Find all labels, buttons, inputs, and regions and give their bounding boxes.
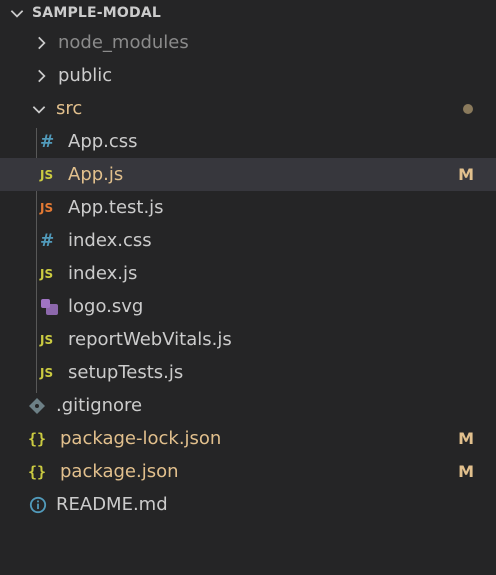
tree-item-label: package.json	[60, 461, 179, 482]
tree-item-gitignore[interactable]: .gitignore	[0, 389, 496, 422]
tree-item-label: App.test.js	[68, 197, 164, 218]
json-file-icon: {}	[28, 462, 47, 481]
tree-item-public[interactable]: public	[0, 59, 496, 92]
info-icon	[29, 496, 47, 513]
git-status-badge: M	[458, 429, 474, 448]
tree-item-label: .gitignore	[56, 395, 143, 416]
project-title: SAMPLE-MODAL	[32, 5, 162, 21]
tree-item-logo-svg[interactable]: logo.svg	[0, 290, 496, 323]
tree-item-report-web-vitals-js[interactable]: JS reportWebVitals.js	[0, 323, 496, 356]
git-status-badge: M	[458, 165, 474, 184]
tree-item-app-test-js[interactable]: JS App.test.js	[0, 191, 496, 224]
js-file-icon: JS	[40, 365, 54, 380]
css-file-icon: #	[40, 131, 55, 152]
git-file-icon	[29, 397, 45, 414]
js-file-icon: JS	[40, 266, 54, 281]
js-file-icon: JS	[40, 167, 54, 182]
css-file-icon: #	[40, 230, 55, 251]
tree-item-label: package-lock.json	[60, 428, 222, 449]
json-file-icon: {}	[28, 429, 47, 448]
tree-item-index-css[interactable]: # index.css	[0, 224, 496, 257]
tree-item-label: App.js	[68, 164, 124, 185]
explorer-header[interactable]: SAMPLE-MODAL	[0, 0, 496, 26]
tree-item-label: node_modules	[58, 32, 189, 53]
svg-file-icon	[41, 298, 58, 315]
test-js-file-icon: JS	[40, 200, 54, 215]
tree-item-label: logo.svg	[68, 296, 144, 317]
tree-item-label: index.js	[68, 263, 138, 284]
chevron-right-icon	[38, 69, 46, 82]
tree-item-package-json[interactable]: {} package.json M	[0, 455, 496, 488]
chevron-right-icon	[38, 36, 46, 49]
tree-item-label: public	[58, 65, 113, 86]
tree-item-label: App.css	[68, 131, 138, 152]
tree-item-label: src	[56, 98, 83, 119]
chevron-down-icon	[10, 10, 24, 18]
tree-item-readme-md[interactable]: README.md	[0, 488, 496, 521]
file-explorer: SAMPLE-MODAL node_modules public src # A…	[0, 0, 496, 575]
chevron-down-icon	[32, 105, 46, 114]
js-file-icon: JS	[40, 332, 54, 347]
modified-dot-icon	[463, 103, 473, 114]
tree-item-label: README.md	[56, 494, 168, 515]
git-status-badge: M	[458, 462, 474, 481]
tree-item-node-modules[interactable]: node_modules	[0, 26, 496, 59]
tree-item-package-lock-json[interactable]: {} package-lock.json M	[0, 422, 496, 455]
tree-item-app-css[interactable]: # App.css	[0, 125, 496, 158]
tree-item-index-js[interactable]: JS index.js	[0, 257, 496, 290]
tree-item-label: reportWebVitals.js	[68, 329, 232, 350]
tree-item-src[interactable]: src	[0, 92, 496, 125]
tree-item-app-js[interactable]: JS App.js M	[0, 158, 496, 191]
tree-item-label: setupTests.js	[68, 362, 184, 383]
tree-item-label: index.css	[68, 230, 152, 251]
tree-item-setup-tests-js[interactable]: JS setupTests.js	[0, 356, 496, 389]
